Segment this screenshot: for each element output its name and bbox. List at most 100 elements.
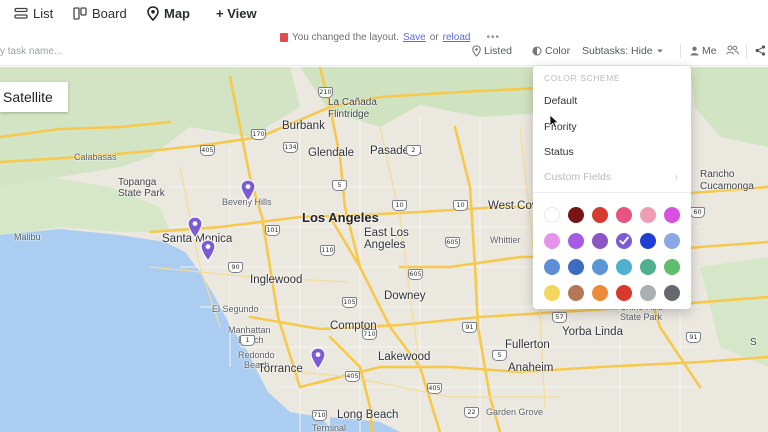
- color-swatch[interactable]: [664, 233, 680, 249]
- color-scheme-default[interactable]: Default: [544, 92, 680, 110]
- share-button[interactable]: [755, 45, 766, 56]
- highway-shield: 605: [445, 237, 460, 248]
- map-label-whittier: Whittier: [490, 235, 521, 245]
- highway-shield: 10: [453, 200, 468, 211]
- map-label-topanga: Topanga: [118, 177, 157, 188]
- color-swatch[interactable]: [544, 285, 560, 301]
- location-pin[interactable]: [310, 347, 326, 371]
- map-label-los-angeles: Los Angeles: [302, 210, 379, 225]
- view-tabs-bar: List Board Map + View: [0, 0, 768, 28]
- color-swatch[interactable]: [544, 233, 560, 249]
- map-label-redondo: Redondo: [238, 350, 275, 360]
- color-swatch[interactable]: [592, 233, 608, 249]
- location-pin[interactable]: [187, 216, 203, 240]
- highway-shield: 134: [283, 142, 298, 153]
- highway-shield: 5: [332, 180, 347, 191]
- tab-list-label: List: [33, 5, 54, 21]
- highway-shield: 2: [406, 145, 421, 156]
- highway-shield: 5: [492, 350, 507, 361]
- color-scheme-button[interactable]: Color: [532, 45, 570, 57]
- map-label-lakewood: Lakewood: [378, 351, 431, 363]
- me-label: Me: [702, 45, 717, 57]
- tab-map[interactable]: Map: [147, 4, 190, 22]
- notice-text: You changed the layout.: [292, 32, 399, 43]
- layout-changed-notice: You changed the layout. Save or reload •…: [280, 32, 500, 43]
- mouse-cursor-icon: [549, 114, 560, 129]
- map-label-cucamonga: Cucamonga: [700, 181, 754, 192]
- color-swatch[interactable]: [664, 207, 680, 223]
- reload-layout-link[interactable]: reload: [443, 32, 471, 43]
- highway-shield: 91: [462, 322, 477, 333]
- map-label-flintridge: Flintridge: [328, 109, 370, 120]
- highway-shield: 210: [318, 87, 333, 98]
- color-swatch[interactable]: [568, 259, 584, 275]
- color-scheme-dropdown: COLOR SCHEME Default Priority Status Cus…: [533, 66, 691, 309]
- tab-list[interactable]: List: [14, 4, 53, 22]
- highway-shield: 22: [464, 407, 479, 418]
- notice-or: or: [429, 32, 439, 43]
- save-warning-icon: [280, 33, 288, 42]
- map-label-inglewood: Inglewood: [250, 274, 303, 286]
- search-input[interactable]: y task name...: [0, 46, 62, 57]
- color-swatch[interactable]: [544, 259, 560, 275]
- color-swatch[interactable]: [568, 207, 584, 223]
- dropdown-divider: [533, 192, 691, 193]
- highway-shield: 10: [392, 200, 407, 211]
- color-swatch[interactable]: [592, 259, 608, 275]
- toolbar-divider-2: [746, 44, 747, 58]
- color-swatch[interactable]: [616, 259, 632, 275]
- map-label-rancho: Rancho: [700, 169, 735, 180]
- list-icon: [14, 7, 28, 19]
- color-swatch[interactable]: [640, 259, 656, 275]
- listed-filter-button[interactable]: Listed: [472, 45, 512, 57]
- location-pin[interactable]: [240, 179, 256, 203]
- add-view-button[interactable]: + View: [216, 4, 257, 22]
- color-swatch[interactable]: [664, 259, 680, 275]
- color-swatch[interactable]: [616, 233, 632, 249]
- map-label-terminal: Terminal: [312, 423, 347, 432]
- highway-shield: 57: [552, 312, 567, 323]
- highway-shield: 605: [408, 269, 423, 280]
- more-options-icon[interactable]: •••: [486, 32, 500, 43]
- color-swatch[interactable]: [616, 207, 632, 223]
- tab-board[interactable]: Board: [73, 4, 127, 22]
- map-label-el-segundo: El Segundo: [212, 304, 259, 314]
- highway-shield: 110: [320, 245, 335, 256]
- color-swatch[interactable]: [544, 207, 560, 223]
- color-swatch[interactable]: [592, 285, 608, 301]
- highway-shield: 170: [251, 129, 266, 140]
- subtasks-toggle[interactable]: Subtasks: Hide: [582, 45, 664, 57]
- color-swatch[interactable]: [640, 207, 656, 223]
- highway-shield: 1: [240, 335, 255, 346]
- color-scheme-priority[interactable]: Priority: [544, 118, 680, 136]
- satellite-toggle-button[interactable]: Satellite: [0, 82, 68, 112]
- location-pin[interactable]: [200, 239, 216, 263]
- subtasks-label: Subtasks: Hide: [582, 45, 653, 57]
- save-layout-link[interactable]: Save: [403, 32, 426, 43]
- color-swatch[interactable]: [568, 285, 584, 301]
- color-swatch[interactable]: [664, 285, 680, 301]
- color-scheme-status[interactable]: Status: [544, 143, 680, 161]
- color-swatch[interactable]: [640, 285, 656, 301]
- color-swatch[interactable]: [592, 207, 608, 223]
- map-label-torrance: Torrance: [258, 363, 303, 375]
- custom-fields-label: Custom Fields: [544, 171, 612, 183]
- map-label-east-los: East Los: [364, 227, 409, 239]
- me-filter-button[interactable]: Me: [690, 45, 717, 57]
- highway-shield: 60: [690, 207, 705, 218]
- assignees-button[interactable]: [726, 45, 739, 55]
- highway-shield: 710: [362, 329, 377, 340]
- color-swatch[interactable]: [568, 233, 584, 249]
- highway-shield: 710: [312, 410, 327, 421]
- color-swatch[interactable]: [616, 285, 632, 301]
- map-label-garden-grove: Garden Grove: [486, 407, 544, 417]
- map-label-angeles: Angeles: [364, 239, 406, 251]
- color-swatch[interactable]: [640, 233, 656, 249]
- map-label-s: S: [750, 337, 757, 348]
- map-label-malibu: Malibu: [14, 232, 41, 242]
- map-label-state-park-2: State Park: [620, 312, 663, 322]
- map-label-yorba-linda: Yorba Linda: [562, 326, 623, 338]
- location-icon: [472, 45, 481, 57]
- color-scheme-custom-fields[interactable]: Custom Fields ›: [544, 168, 680, 186]
- color-label: Color: [545, 45, 571, 57]
